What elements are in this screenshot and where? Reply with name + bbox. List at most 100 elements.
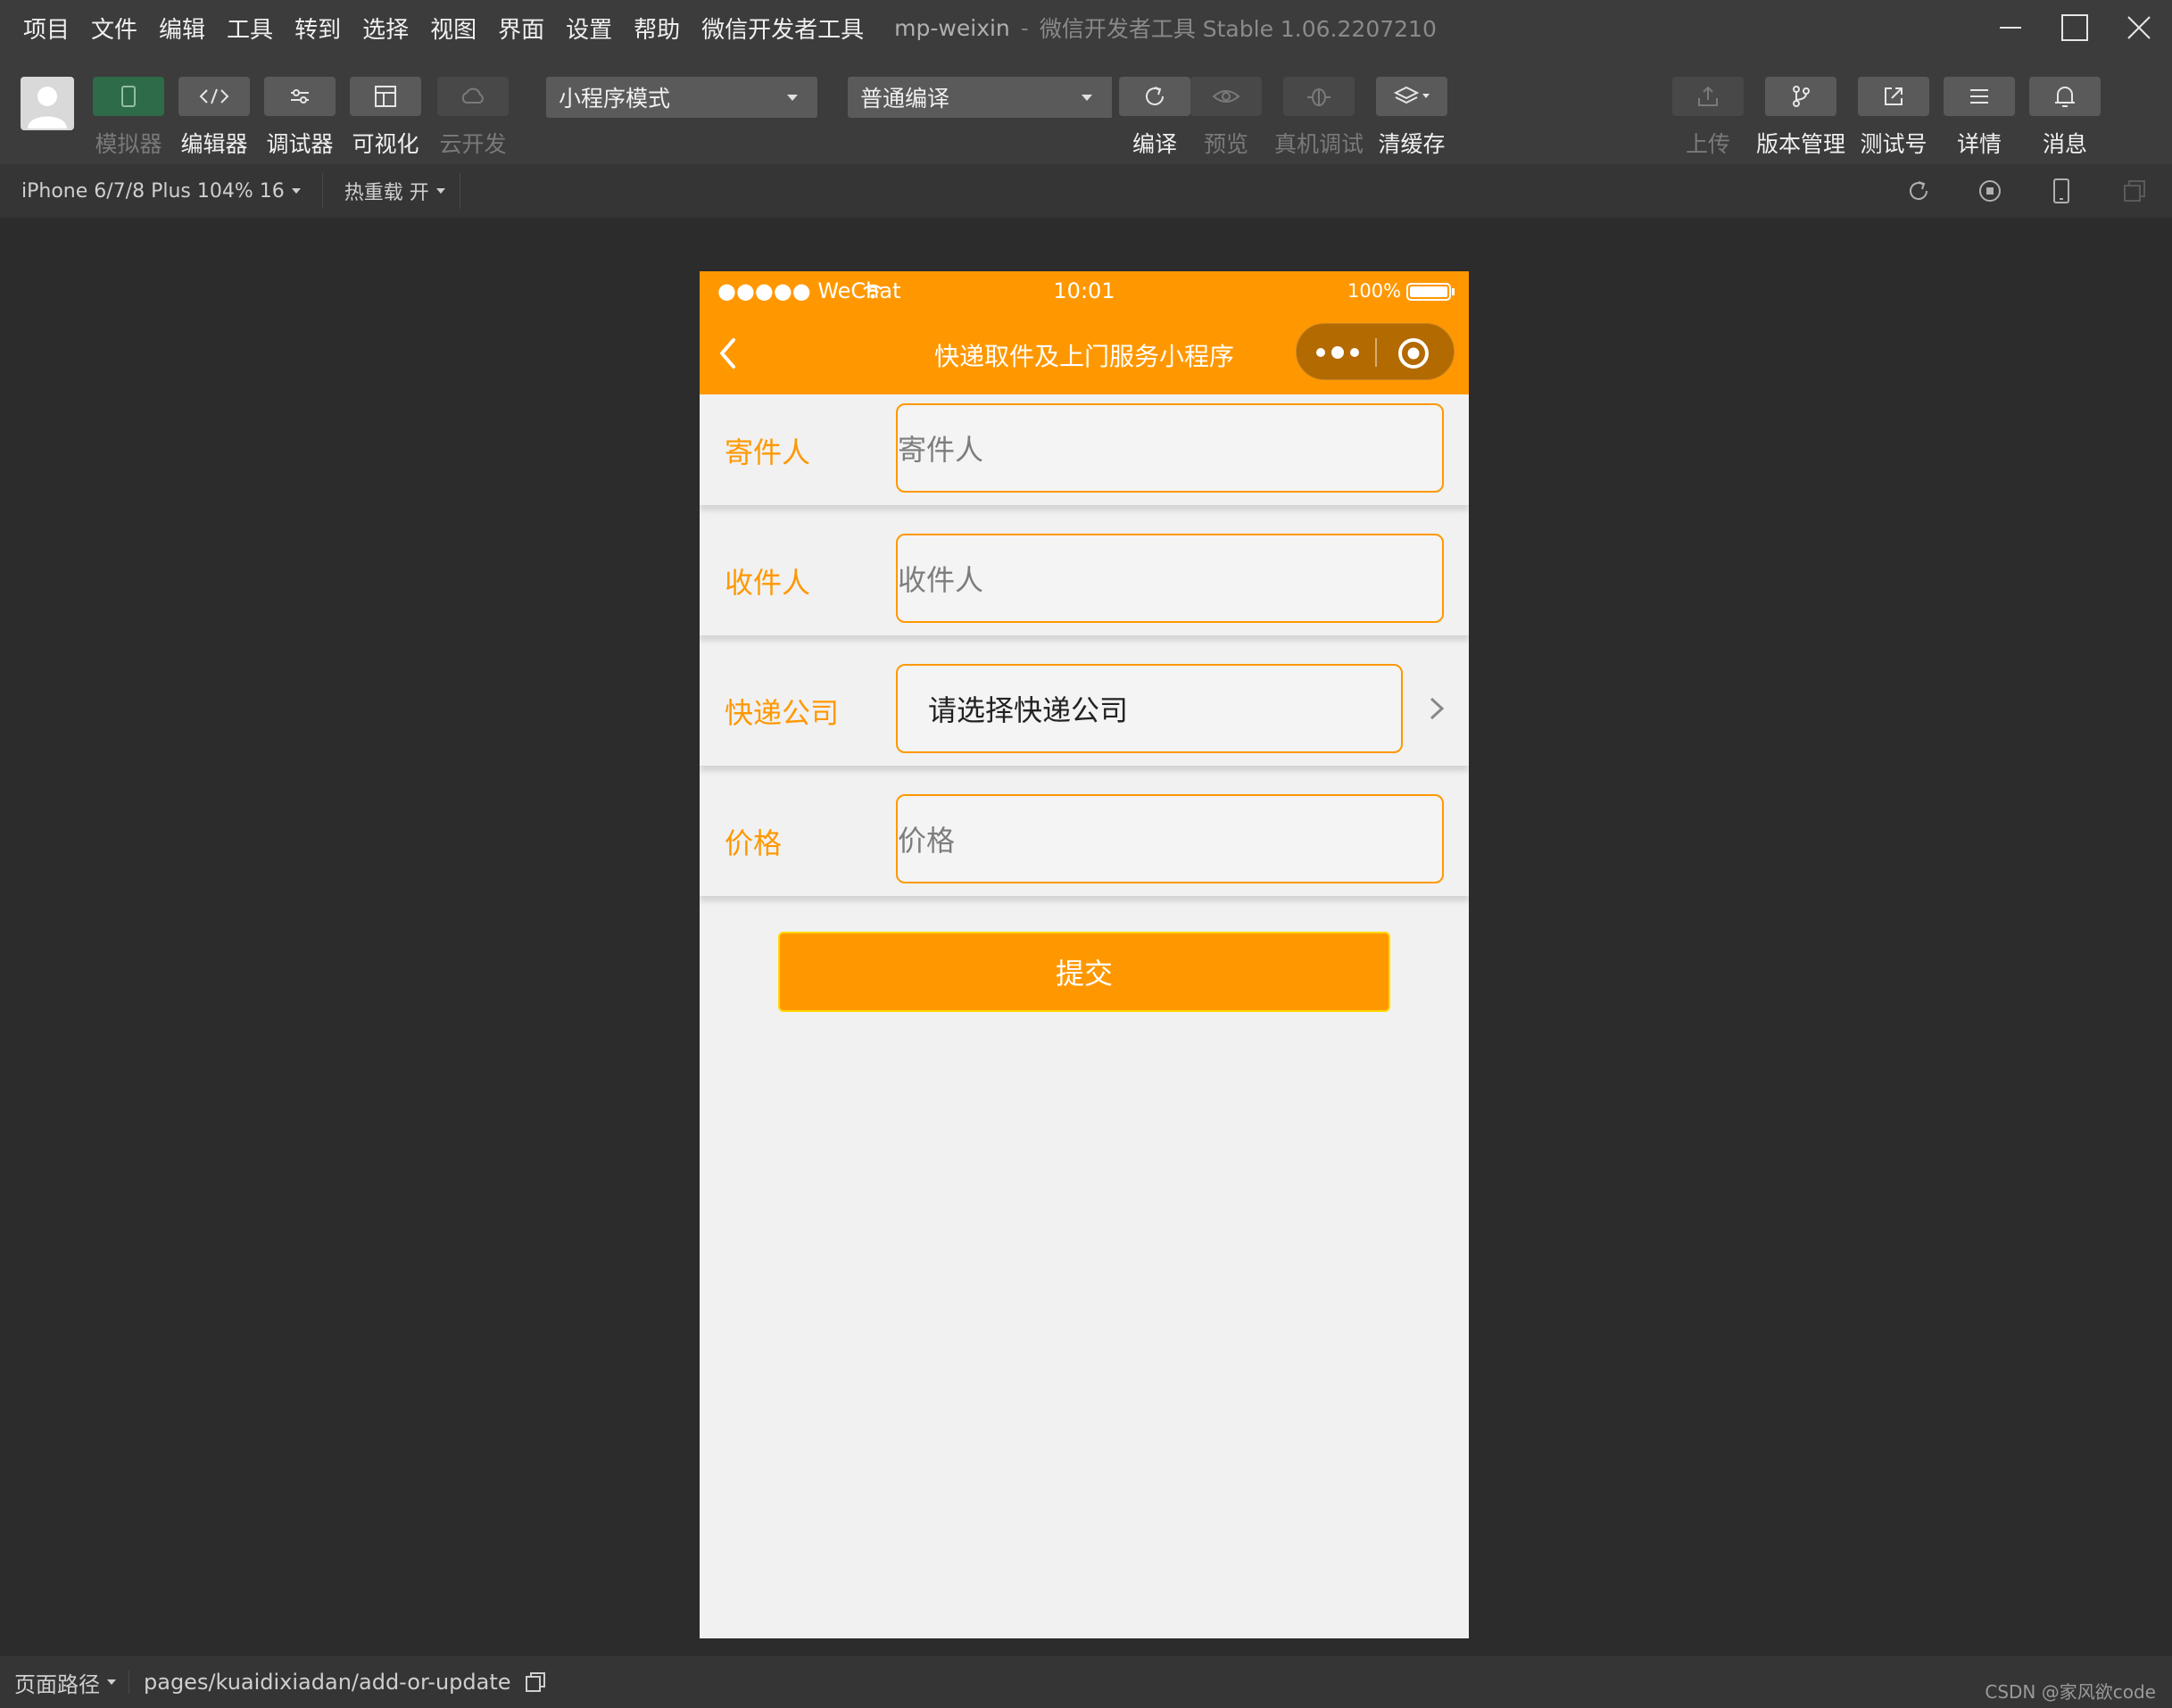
- menu-select[interactable]: 选择: [362, 12, 409, 45]
- sender-input[interactable]: 寄件人: [896, 403, 1444, 493]
- phone-simulator: ●●●●● WeChat 10:01 100% 快递取件及上门服务小程序 寄件人…: [700, 271, 1469, 1638]
- window-title-separator: -: [1020, 14, 1029, 41]
- version-label: 版本管理: [1756, 131, 1846, 157]
- menu-icon: [1970, 89, 1988, 104]
- real-debug-button[interactable]: 真机调试: [1274, 77, 1364, 159]
- compile-label: 编译: [1132, 131, 1177, 157]
- real-debug-label: 真机调试: [1274, 131, 1364, 157]
- menu-wechat-devtools[interactable]: 微信开发者工具: [701, 12, 864, 45]
- device-select[interactable]: iPhone 6/7/8 Plus 104% 16: [21, 180, 301, 203]
- stop-button[interactable]: [1974, 175, 2006, 207]
- simulator-button[interactable]: 模拟器: [93, 77, 164, 159]
- bell-icon: [2055, 87, 2075, 107]
- toolbar: 模拟器 编辑器 调试器 可视化 云开发 小程序模式 普通编译 编译 预览 真机调…: [0, 55, 2172, 164]
- detach-button[interactable]: [2118, 175, 2151, 207]
- page-path-label: 页面路径: [14, 1671, 100, 1697]
- battery-icon: [1406, 283, 1455, 301]
- menu-settings[interactable]: 设置: [566, 12, 612, 45]
- watermark: CSDN @家风欲code: [1985, 1681, 2156, 1703]
- menu-edit[interactable]: 编辑: [159, 12, 205, 45]
- upload-label: 上传: [1685, 131, 1730, 157]
- editor-label: 编辑器: [180, 131, 248, 157]
- price-label: 价格: [725, 826, 783, 860]
- copy-icon[interactable]: [524, 1671, 547, 1694]
- close-icon: [2127, 16, 2151, 39]
- details-button[interactable]: 详情: [1944, 77, 2015, 159]
- receiver-input[interactable]: 收件人: [896, 534, 1444, 623]
- form-row-sender: 寄件人 寄件人: [700, 394, 1469, 505]
- phone-icon: [121, 86, 136, 107]
- submit-button[interactable]: 提交: [778, 932, 1390, 1012]
- chevron-down-icon: [787, 95, 798, 101]
- form-row-receiver: 收件人 收件人: [700, 525, 1469, 635]
- page-path-select[interactable]: 页面路径: [14, 1667, 116, 1698]
- compile-button[interactable]: 编译: [1119, 77, 1190, 159]
- compile-select[interactable]: 普通编译: [848, 77, 1112, 118]
- nav-bar: 快递取件及上门服务小程序: [700, 311, 1469, 394]
- divider: [1375, 338, 1377, 367]
- compile-select-value: 普通编译: [860, 86, 950, 112]
- sender-placeholder: 寄件人: [898, 433, 984, 467]
- menu-project[interactable]: 项目: [23, 12, 70, 45]
- company-picker[interactable]: 请选择快递公司: [896, 664, 1403, 753]
- menu-goto[interactable]: 转到: [294, 12, 341, 45]
- stop-icon: [1979, 180, 2001, 202]
- details-label: 详情: [1956, 131, 2002, 157]
- menu-tools[interactable]: 工具: [227, 12, 273, 45]
- upload-icon: [1698, 86, 1718, 106]
- preview-button[interactable]: 预览: [1190, 77, 1262, 159]
- minimize-button[interactable]: [1979, 0, 2042, 55]
- mode-select-value: 小程序模式: [559, 86, 671, 112]
- window-title-app: mp-weixin: [894, 14, 1010, 41]
- maximize-button[interactable]: [2044, 0, 2106, 55]
- receiver-placeholder: 收件人: [898, 563, 984, 597]
- clear-cache-label: 清缓存: [1378, 131, 1446, 157]
- messages-button[interactable]: 消息: [2029, 77, 2101, 159]
- menu-file[interactable]: 文件: [91, 12, 137, 45]
- refresh-icon: [1146, 87, 1164, 105]
- menu-help[interactable]: 帮助: [634, 12, 680, 45]
- test-account-button[interactable]: 测试号: [1858, 77, 1929, 159]
- cloud-label: 云开发: [439, 131, 507, 157]
- mode-select[interactable]: 小程序模式: [546, 77, 817, 118]
- divider: [128, 1671, 129, 1694]
- capsule-menu: [1296, 323, 1455, 380]
- external-link-icon: [1885, 87, 1903, 105]
- visual-button[interactable]: 可视化: [350, 77, 421, 159]
- avatar[interactable]: [21, 77, 74, 130]
- simulator-label: 模拟器: [95, 131, 162, 157]
- branch-icon: [1793, 86, 1810, 107]
- clear-cache-button[interactable]: 清缓存: [1376, 77, 1447, 159]
- page-path: pages/kuaidixiadan/add-or-update: [144, 1670, 511, 1695]
- price-placeholder: 价格: [898, 824, 956, 858]
- upload-button[interactable]: 上传: [1672, 77, 1744, 159]
- menu-view[interactable]: 视图: [430, 12, 477, 45]
- preview-label: 预览: [1203, 131, 1248, 157]
- hot-reload-value: 热重载 开: [344, 182, 429, 204]
- chevron-right-icon[interactable]: [1424, 696, 1449, 721]
- eye-icon: [1212, 90, 1240, 103]
- layout-icon: [375, 86, 396, 107]
- messages-label: 消息: [2042, 131, 2087, 157]
- phone-icon: [2053, 178, 2069, 203]
- hot-reload-select[interactable]: 热重载 开: [344, 177, 445, 205]
- cloud-button[interactable]: 云开发: [437, 77, 509, 159]
- window-icon: [2124, 180, 2145, 202]
- company-value: 请选择快递公司: [928, 693, 1129, 727]
- price-input[interactable]: 价格: [896, 794, 1444, 883]
- debugger-button[interactable]: 调试器: [264, 77, 336, 159]
- more-icon[interactable]: [1314, 344, 1361, 361]
- user-icon: [28, 87, 67, 129]
- close-target-icon[interactable]: [1397, 336, 1430, 370]
- chevron-down-icon: [435, 188, 445, 194]
- device-select-value: iPhone 6/7/8 Plus 104% 16: [21, 179, 285, 203]
- rotate-button[interactable]: [1903, 175, 1935, 207]
- bug-icon: [1307, 88, 1331, 106]
- menu-interface[interactable]: 界面: [498, 12, 544, 45]
- code-icon: [199, 88, 229, 104]
- version-button[interactable]: 版本管理: [1756, 77, 1845, 159]
- close-button[interactable]: [2108, 0, 2170, 55]
- device-frame-button[interactable]: [2045, 175, 2077, 207]
- editor-button[interactable]: 编辑器: [178, 77, 250, 159]
- test-account-label: 测试号: [1860, 131, 1927, 157]
